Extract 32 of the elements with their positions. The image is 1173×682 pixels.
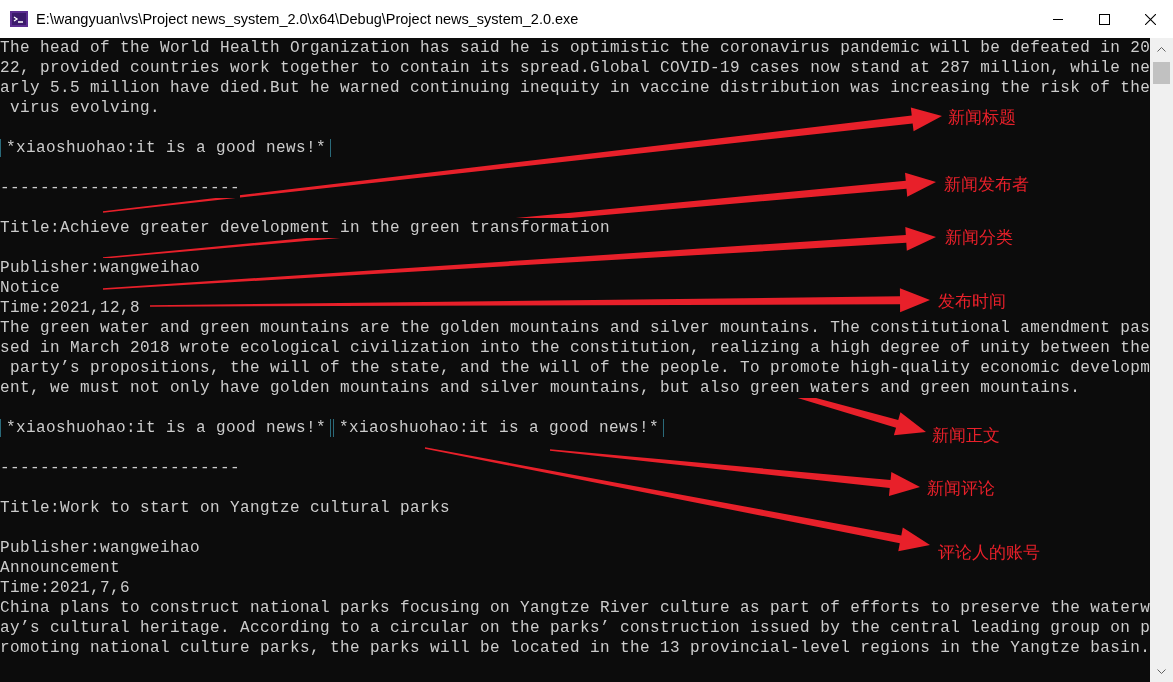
console-text: Time:2021,12,8 xyxy=(0,298,141,318)
console-text: China plans to construct national parks focusing on Yangtze River culture as part of efforts to preserve the waterw xyxy=(0,598,1150,618)
annotation-label: 新闻正文 xyxy=(932,424,1000,447)
comment-text: *xiaoshuohao:it is a good news!* xyxy=(0,419,332,437)
console-text: ay’s cultural heritage. According to a circular on the parks’ construction issued by the central leading group on p xyxy=(0,618,1150,638)
annotation-label: 新闻发布者 xyxy=(944,173,1029,196)
console-text: Title:Achieve greater development in the green transformation xyxy=(0,218,611,238)
scroll-thumb[interactable] xyxy=(1153,62,1170,84)
annotation-label: 评论人的账号 xyxy=(938,541,1040,564)
annotation-label: 新闻标题 xyxy=(948,106,1016,129)
console-text: sed in March 2018 wrote ecological civilization into the constitution, realizing a high degree of unity between the xyxy=(0,338,1150,358)
annotation-label: 新闻评论 xyxy=(927,477,995,500)
annotation-label: 新闻分类 xyxy=(945,226,1013,249)
console-text: Publisher:wangweihao xyxy=(0,258,201,278)
chevron-up-icon xyxy=(1157,46,1166,52)
comment-text: *xiaoshuohao:it is a good news!* xyxy=(333,419,665,437)
console-text: Publisher:wangweihao xyxy=(0,538,201,558)
maximize-icon xyxy=(1098,13,1110,25)
close-icon xyxy=(1144,13,1156,25)
console-text: The head of the World Health Organization has said he is optimistic the coronavirus pandemic will be defeated in 20 xyxy=(0,38,1150,58)
chevron-down-icon xyxy=(1157,668,1166,674)
annotation-label: 发布时间 xyxy=(938,290,1006,313)
minimize-icon xyxy=(1053,18,1063,20)
console-text: The green water and green mountains are the golden mountains and silver mountains. The constitutional amendment pas xyxy=(0,318,1150,338)
console-text: Title:Work to start on Yangtze cultural parks xyxy=(0,498,451,518)
console-text: arly 5.5 million have died.But he warned continuing inequity in vaccine distribution was increasing the risk of the xyxy=(0,78,1150,98)
window-title: E:\wangyuan\vs\Project news_system_2.0\x64\Debug\Project news_system_2.0.exe xyxy=(36,11,580,27)
scrollbar[interactable] xyxy=(1150,38,1173,682)
console-text: 22, provided countries work together to contain its spread.Global COVID-19 cases now stand at 287 million, while ne xyxy=(0,58,1150,78)
comment-text: *xiaoshuohao:it is a good news!* xyxy=(0,139,332,157)
console-app-icon xyxy=(10,11,28,27)
console-text: Time:2021,7,6 xyxy=(0,578,131,598)
